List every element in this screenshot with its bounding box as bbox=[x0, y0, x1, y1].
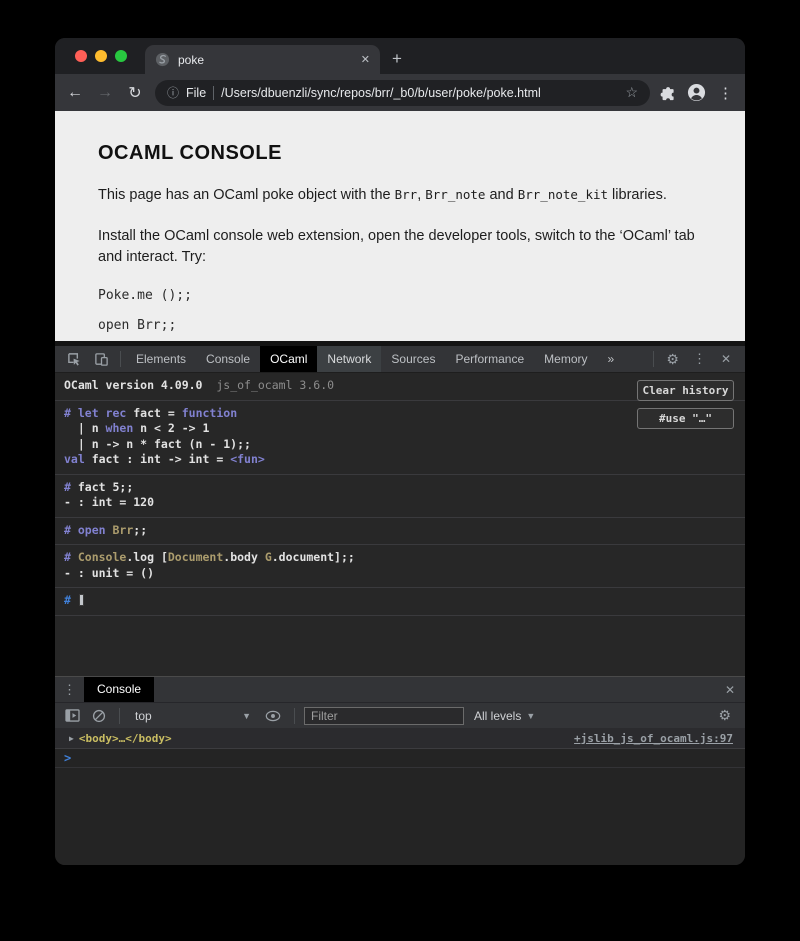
code-snippet: open Brr;; bbox=[98, 318, 705, 333]
logged-element[interactable]: <body>…</body> bbox=[79, 732, 172, 745]
repl-entry-fact-5: # fact 5;;- : int = 120 bbox=[55, 475, 745, 518]
page-content: OCAML CONSOLE This page has an OCaml pok… bbox=[55, 111, 745, 341]
more-tabs-icon[interactable]: » bbox=[598, 346, 625, 372]
devtools-tab-memory[interactable]: Memory bbox=[534, 346, 597, 372]
live-expression-eye-icon[interactable] bbox=[261, 710, 285, 722]
devtools-close-icon[interactable]: ✕ bbox=[713, 352, 739, 366]
expand-triangle-icon[interactable]: ▶ bbox=[69, 734, 74, 743]
devtools-tab-sources[interactable]: Sources bbox=[381, 346, 445, 372]
tab-strip: poke ✕ + bbox=[55, 38, 745, 74]
source-location-link[interactable]: +jslib_js_of_ocaml.js:97 bbox=[574, 732, 733, 745]
address-bar[interactable]: ⓘ File /Users/dbuenzli/sync/repos/brr/_b… bbox=[155, 80, 650, 106]
toolbar-separator bbox=[653, 351, 654, 367]
prompt-chevron-icon: > bbox=[64, 751, 71, 765]
inspect-element-icon[interactable] bbox=[61, 352, 88, 367]
console-prompt[interactable]: > bbox=[55, 749, 745, 768]
console-filter-input[interactable] bbox=[304, 707, 464, 725]
url-text[interactable]: /Users/dbuenzli/sync/repos/brr/_b0/b/use… bbox=[221, 86, 618, 100]
extensions-puzzle-icon[interactable] bbox=[660, 84, 677, 101]
browser-window: poke ✕ + ← → ↻ ⓘ File /Users/dbuenzli/sy… bbox=[55, 38, 745, 865]
page-favicon-icon bbox=[155, 52, 170, 67]
browser-toolbar: ← → ↻ ⓘ File /Users/dbuenzli/sync/repos/… bbox=[55, 74, 745, 111]
ocaml-panel-buttons: Clear history #use "…" bbox=[637, 380, 734, 429]
devtools-tab-console[interactable]: Console bbox=[196, 346, 260, 372]
devtools-tab-network[interactable]: Network bbox=[317, 346, 381, 372]
devtools-tab-ocaml[interactable]: OCaml bbox=[260, 346, 317, 372]
devtools-tab-bar: Elements Console OCaml Network Sources P… bbox=[55, 346, 745, 373]
new-tab-button[interactable]: + bbox=[392, 49, 402, 69]
chevron-down-icon: ▼ bbox=[242, 711, 251, 721]
window-controls bbox=[55, 38, 145, 74]
ocaml-console-panel[interactable]: OCaml version 4.09.0 js_of_ocaml 3.6.0 #… bbox=[55, 373, 745, 676]
url-separator bbox=[213, 86, 214, 100]
bookmark-star-icon[interactable]: ☆ bbox=[625, 84, 638, 101]
devtools-tab-performance[interactable]: Performance bbox=[445, 346, 534, 372]
devtools-toolbar-right: ⚙ ⋮ ✕ bbox=[648, 351, 739, 368]
tab-title: poke bbox=[178, 53, 353, 67]
drawer-menu-icon[interactable]: ⋮ bbox=[55, 682, 84, 698]
repl-prompt-line[interactable]: # bbox=[55, 588, 745, 616]
repl-entry-open-brr: # open Brr;; bbox=[55, 518, 745, 546]
toolbar-separator bbox=[120, 351, 121, 367]
page-info-icon[interactable]: ⓘ bbox=[167, 84, 179, 101]
console-message-row[interactable]: ▶ <body>…</body> +jslib_js_of_ocaml.js:9… bbox=[55, 728, 745, 749]
tab-close-icon[interactable]: ✕ bbox=[361, 53, 370, 66]
clear-console-icon[interactable] bbox=[88, 709, 110, 723]
device-toolbar-icon[interactable] bbox=[88, 352, 115, 367]
devtools-menu-icon[interactable]: ⋮ bbox=[686, 351, 713, 367]
use-file-button[interactable]: #use "…" bbox=[637, 408, 734, 429]
javascript-context-dropdown[interactable]: top ▼ bbox=[129, 709, 257, 723]
devtools-tab-elements[interactable]: Elements bbox=[126, 346, 196, 372]
instructions-paragraph: Install the OCaml console web extension,… bbox=[98, 226, 705, 268]
forward-icon[interactable]: → bbox=[95, 84, 115, 102]
drawer-tab-console[interactable]: Console bbox=[84, 677, 154, 702]
log-levels-dropdown[interactable]: All levels ▼ bbox=[468, 709, 541, 723]
close-window-button[interactable] bbox=[75, 50, 87, 62]
chevron-down-icon: ▼ bbox=[526, 711, 535, 721]
url-scheme-label: File bbox=[186, 86, 206, 100]
console-sidebar-toggle-icon[interactable] bbox=[61, 709, 84, 722]
toolbar-separator bbox=[294, 708, 295, 724]
clear-history-button[interactable]: Clear history bbox=[637, 380, 734, 401]
devtools-settings-icon[interactable]: ⚙ bbox=[659, 351, 686, 368]
back-icon[interactable]: ← bbox=[65, 84, 85, 102]
text-cursor bbox=[79, 594, 84, 606]
zoom-window-button[interactable] bbox=[115, 50, 127, 62]
console-messages: ▶ <body>…</body> +jslib_js_of_ocaml.js:9… bbox=[55, 728, 745, 865]
repl-entry-console-log: # Console.log [Document.body G.document]… bbox=[55, 545, 745, 588]
browser-tab-poke[interactable]: poke ✕ bbox=[145, 45, 380, 74]
reload-icon[interactable]: ↻ bbox=[125, 83, 145, 103]
browser-menu-icon[interactable]: ⋮ bbox=[716, 84, 735, 102]
console-toolbar: top ▼ All levels ▼ ⚙ bbox=[55, 702, 745, 728]
console-settings-icon[interactable]: ⚙ bbox=[710, 707, 739, 724]
intro-paragraph: This page has an OCaml poke object with … bbox=[98, 184, 705, 206]
minimize-window-button[interactable] bbox=[95, 50, 107, 62]
drawer-header: ⋮ Console ✕ bbox=[55, 677, 745, 702]
page-title: OCAML CONSOLE bbox=[98, 142, 705, 165]
profile-avatar-icon[interactable] bbox=[687, 83, 706, 102]
toolbar-separator bbox=[119, 708, 120, 724]
code-snippet: Poke.me ();; bbox=[98, 288, 705, 303]
console-drawer: ⋮ Console ✕ top ▼ bbox=[55, 676, 745, 865]
drawer-close-icon[interactable]: ✕ bbox=[715, 683, 745, 697]
